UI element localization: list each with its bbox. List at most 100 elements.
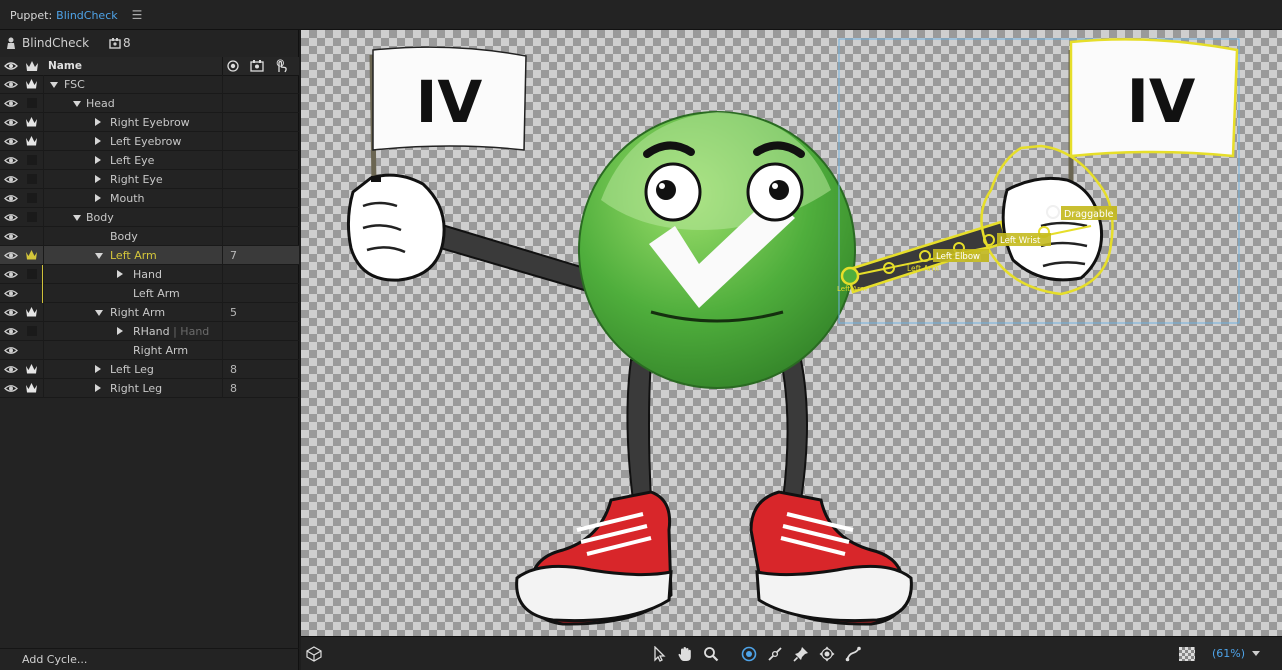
visibility-eye-icon[interactable] bbox=[4, 98, 18, 109]
camera-column-icon[interactable] bbox=[250, 59, 264, 73]
layer-row[interactable]: RHand | Hand bbox=[0, 322, 299, 341]
collapse-arrow-icon[interactable] bbox=[73, 215, 81, 221]
visibility-eye-icon[interactable] bbox=[4, 307, 18, 318]
visibility-eye-icon[interactable] bbox=[4, 326, 18, 337]
left-wrist-label: Left Wrist bbox=[1000, 236, 1041, 246]
independent-crown-icon[interactable] bbox=[25, 382, 38, 394]
row-divider bbox=[43, 113, 44, 132]
pin-tool-icon[interactable] bbox=[792, 645, 810, 663]
layer-row[interactable]: FSC bbox=[0, 75, 299, 94]
independence-toggle[interactable] bbox=[27, 193, 37, 203]
layer-row[interactable]: Right Arm bbox=[0, 341, 299, 360]
origin-tool-icon[interactable] bbox=[740, 645, 758, 663]
column-name[interactable]: Name bbox=[48, 60, 82, 72]
layer-row[interactable]: Right Leg 8 bbox=[0, 379, 299, 398]
touch-column-icon[interactable] bbox=[274, 59, 288, 73]
expand-arrow-icon[interactable] bbox=[95, 175, 101, 183]
puppet-3d-icon[interactable] bbox=[305, 645, 323, 663]
layer-count-badge: 8 bbox=[230, 363, 237, 376]
independence-toggle[interactable] bbox=[27, 155, 37, 165]
layer-name: Head bbox=[86, 97, 115, 110]
layer-row[interactable]: Head bbox=[0, 94, 299, 113]
expand-arrow-icon[interactable] bbox=[95, 194, 101, 202]
visibility-column-eye-icon[interactable] bbox=[4, 59, 18, 73]
layer-name: Left Arm bbox=[133, 287, 180, 300]
visibility-eye-icon[interactable] bbox=[4, 174, 18, 185]
expand-arrow-icon[interactable] bbox=[95, 118, 101, 126]
row-divider bbox=[43, 94, 44, 113]
independent-crown-icon[interactable] bbox=[25, 116, 38, 128]
layer-row[interactable]: Right Eye bbox=[0, 170, 299, 189]
visibility-eye-icon[interactable] bbox=[4, 117, 18, 128]
expand-arrow-icon[interactable] bbox=[95, 365, 101, 373]
visibility-eye-icon[interactable] bbox=[4, 79, 18, 90]
expand-arrow-icon[interactable] bbox=[95, 156, 101, 164]
visibility-eye-icon[interactable] bbox=[4, 364, 18, 375]
handle-tool-icon[interactable] bbox=[818, 645, 836, 663]
independence-toggle[interactable] bbox=[27, 98, 37, 108]
layer-row[interactable]: Mouth bbox=[0, 189, 299, 208]
column-header: Name bbox=[0, 57, 299, 76]
layer-row[interactable]: Left Arm 7 bbox=[0, 246, 299, 265]
layer-name-text: Hand bbox=[133, 268, 162, 281]
visibility-eye-icon[interactable] bbox=[4, 250, 18, 261]
visibility-eye-icon[interactable] bbox=[4, 231, 18, 242]
expand-arrow-icon[interactable] bbox=[95, 384, 101, 392]
layer-name: Right Eye bbox=[110, 173, 163, 186]
independence-toggle[interactable] bbox=[27, 174, 37, 184]
layer-row[interactable]: Left Arm bbox=[0, 284, 299, 303]
independence-column-crown-icon[interactable] bbox=[25, 59, 39, 73]
layer-row[interactable]: Right Arm 5 bbox=[0, 303, 299, 322]
layer-row[interactable]: Left Eyebrow bbox=[0, 132, 299, 151]
puppet-tab[interactable]: Puppet: BlindCheck ☰ bbox=[0, 0, 152, 30]
collapse-arrow-icon[interactable] bbox=[95, 310, 103, 316]
independence-toggle[interactable] bbox=[27, 212, 37, 222]
visibility-eye-icon[interactable] bbox=[4, 155, 18, 166]
visibility-eye-icon[interactable] bbox=[4, 345, 18, 356]
layer-name: Body bbox=[110, 230, 138, 243]
puppet-canvas[interactable]: IV IV Draggable Left Wrist Left Elbow Le… bbox=[301, 30, 1282, 636]
independent-crown-icon[interactable] bbox=[25, 135, 38, 147]
dangle-tool-icon[interactable] bbox=[844, 645, 862, 663]
visibility-eye-icon[interactable] bbox=[4, 212, 18, 223]
visibility-eye-icon[interactable] bbox=[4, 269, 18, 280]
layer-row[interactable]: Hand bbox=[0, 265, 299, 284]
collapse-arrow-icon[interactable] bbox=[73, 101, 81, 107]
layer-row[interactable]: Body bbox=[0, 227, 299, 246]
layer-count-badge: 8 bbox=[230, 382, 237, 395]
independence-toggle[interactable] bbox=[27, 326, 37, 336]
hamburger-icon[interactable]: ☰ bbox=[132, 8, 143, 22]
row-divider bbox=[222, 113, 223, 132]
independent-crown-icon[interactable] bbox=[25, 78, 38, 90]
expand-arrow-icon[interactable] bbox=[117, 270, 123, 278]
row-divider bbox=[43, 132, 44, 151]
record-column-icon[interactable] bbox=[226, 59, 240, 73]
layer-row[interactable]: Left Leg 8 bbox=[0, 360, 299, 379]
independent-crown-icon[interactable] bbox=[25, 249, 38, 261]
visibility-eye-icon[interactable] bbox=[4, 136, 18, 147]
selection-indicator bbox=[42, 284, 43, 303]
visibility-eye-icon[interactable] bbox=[4, 193, 18, 204]
layer-row[interactable]: Left Eye bbox=[0, 151, 299, 170]
add-cycle-button[interactable]: Add Cycle... bbox=[22, 653, 87, 666]
left-arm-origin-handle[interactable] bbox=[840, 266, 860, 286]
zoom-level[interactable]: (61%) bbox=[1212, 647, 1245, 660]
zoom-tool-icon[interactable] bbox=[702, 645, 720, 663]
collapse-arrow-icon[interactable] bbox=[95, 253, 103, 259]
independent-crown-icon[interactable] bbox=[25, 306, 38, 318]
collapse-arrow-icon[interactable] bbox=[50, 82, 58, 88]
left-arm-origin-label: Left Arm bbox=[837, 285, 867, 293]
hand-tool-icon[interactable] bbox=[676, 645, 694, 663]
expand-arrow-icon[interactable] bbox=[117, 327, 123, 335]
select-tool-icon[interactable] bbox=[650, 645, 668, 663]
layer-row[interactable]: Body bbox=[0, 208, 299, 227]
transparency-grid-toggle[interactable] bbox=[1179, 647, 1195, 661]
independent-crown-icon[interactable] bbox=[25, 363, 38, 375]
zoom-dropdown-arrow-icon[interactable] bbox=[1252, 651, 1260, 656]
visibility-eye-icon[interactable] bbox=[4, 288, 18, 299]
layer-row[interactable]: Right Eyebrow bbox=[0, 113, 299, 132]
expand-arrow-icon[interactable] bbox=[95, 137, 101, 145]
stick-tool-icon[interactable] bbox=[766, 645, 784, 663]
independence-toggle[interactable] bbox=[27, 269, 37, 279]
visibility-eye-icon[interactable] bbox=[4, 383, 18, 394]
